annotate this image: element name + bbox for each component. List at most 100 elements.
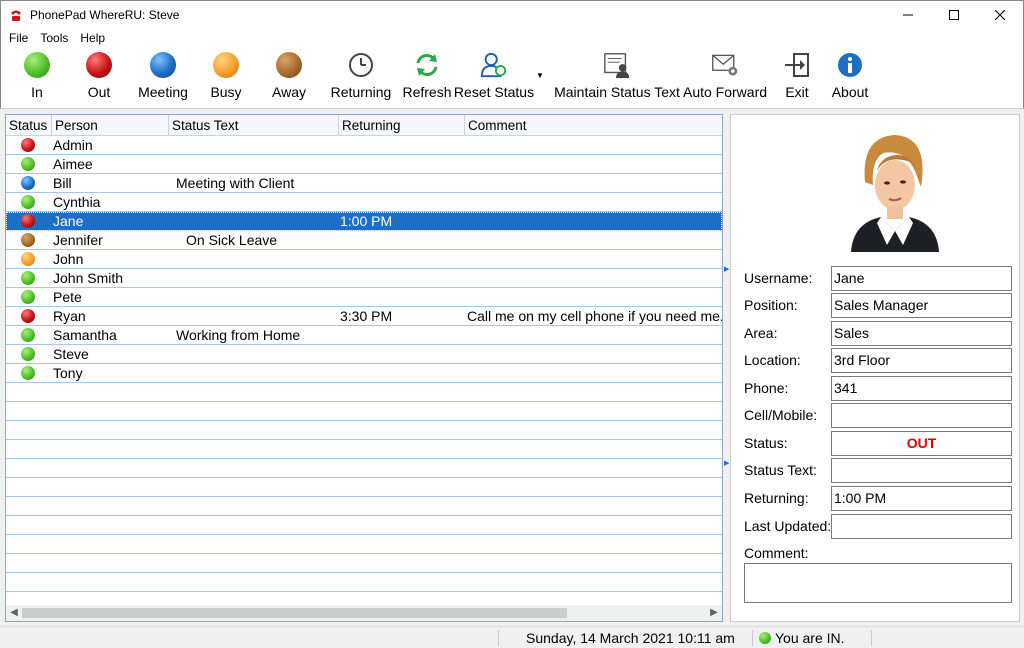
phone-label: Phone: <box>744 380 789 396</box>
status-text-cell: Working from Home <box>176 327 301 343</box>
status-dot-icon <box>21 290 35 304</box>
splitter-arrow-icon: ▶ <box>724 266 730 273</box>
column-header-person[interactable]: Person <box>52 115 169 136</box>
reset-user-icon <box>480 51 508 79</box>
column-header-returning[interactable]: Returning <box>339 115 465 136</box>
reset-status-button[interactable]: Reset Status <box>454 51 534 107</box>
status-dot-icon <box>21 233 35 247</box>
status-text-field[interactable] <box>831 458 1012 483</box>
person-cell: John <box>53 251 84 267</box>
table-row[interactable]: Cynthia <box>6 193 722 212</box>
person-cell: Tony <box>53 365 83 381</box>
table-row[interactable]: Jennifer On Sick Leave <box>6 231 722 250</box>
returning-button[interactable]: Returning <box>328 51 394 107</box>
table-row[interactable]: Aimee <box>6 155 722 174</box>
auto-forward-button[interactable]: Auto Forward <box>683 51 767 107</box>
status-text-label: Status Text: <box>744 462 817 478</box>
close-button[interactable] <box>977 1 1023 28</box>
scroll-right-icon[interactable]: ▶ <box>706 605 722 621</box>
person-details-panel: Username: Jane Position: Sales Manager A… <box>730 114 1020 622</box>
status-dot-icon <box>21 214 35 228</box>
maintain-status-text-button[interactable]: Maintain Status Text <box>554 51 680 107</box>
phone-field[interactable]: 341 <box>831 376 1012 401</box>
menu-tools[interactable]: Tools <box>34 31 74 45</box>
app-phone-icon <box>8 7 24 23</box>
table-row[interactable]: Bill Meeting with Client <box>6 174 722 193</box>
presence-status-icon <box>759 632 771 644</box>
person-cell: Jane <box>53 213 84 229</box>
reset-status-dropdown-icon[interactable]: ▼ <box>536 71 544 80</box>
menu-help[interactable]: Help <box>74 31 111 45</box>
status-text-cell: Meeting with Client <box>176 175 295 191</box>
table-row[interactable]: Jane 1:00 PM <box>6 212 722 231</box>
table-row[interactable]: Steve <box>6 345 722 364</box>
username-label: Username: <box>744 270 813 286</box>
empty-row <box>6 573 722 592</box>
table-row[interactable]: John Smith <box>6 269 722 288</box>
table-row[interactable]: Pete <box>6 288 722 307</box>
horizontal-scrollbar[interactable]: ◀ ▶ <box>6 605 722 621</box>
staff-list[interactable]: Status Person Status Text Returning Comm… <box>5 114 723 622</box>
cell-mobile-field[interactable] <box>831 403 1012 428</box>
empty-row <box>6 535 722 554</box>
refresh-button[interactable]: Refresh <box>401 51 453 107</box>
scroll-left-icon[interactable]: ◀ <box>6 605 22 621</box>
maximize-button[interactable] <box>931 1 977 28</box>
empty-row <box>6 383 722 402</box>
table-row[interactable]: Samantha Working from Home <box>6 326 722 345</box>
empty-row <box>6 516 722 535</box>
minimize-button[interactable] <box>885 1 931 28</box>
person-photo <box>843 127 943 252</box>
person-cell: Ryan <box>53 308 86 324</box>
status-bar-divider <box>752 630 753 646</box>
status-field[interactable]: OUT <box>831 431 1012 456</box>
position-field[interactable]: Sales Manager <box>831 293 1012 318</box>
person-cell: John Smith <box>53 270 124 286</box>
returning-field[interactable]: 1:00 PM <box>831 486 1012 511</box>
returning-label: Returning: <box>744 490 809 506</box>
green-status-icon <box>23 51 51 79</box>
empty-row <box>6 402 722 421</box>
exit-door-icon <box>783 51 811 79</box>
table-row[interactable]: Ryan 3:30 PM Call me on my cell phone if y… <box>6 307 722 326</box>
red-status-icon <box>85 51 113 79</box>
toolbar: In Out Meeting Busy Away Returning Refre… <box>0 47 1024 109</box>
orange-status-icon <box>212 51 240 79</box>
about-button[interactable]: About <box>830 51 870 107</box>
location-field[interactable]: 3rd Floor <box>831 348 1012 373</box>
comment-field[interactable] <box>744 563 1012 603</box>
window-title: PhonePad WhereRU: Steve <box>30 7 180 22</box>
presence-text: You are IN. <box>775 630 845 646</box>
column-header-status-text[interactable]: Status Text <box>169 115 339 136</box>
empty-row <box>6 554 722 573</box>
away-button[interactable]: Away <box>269 51 309 107</box>
table-row[interactable]: Admin <box>6 136 722 155</box>
status-dot-icon <box>21 271 35 285</box>
area-field[interactable]: Sales <box>831 321 1012 346</box>
table-row[interactable]: John <box>6 250 722 269</box>
busy-button[interactable]: Busy <box>207 51 245 107</box>
column-header-status[interactable]: Status <box>6 115 52 136</box>
status-text-user-icon <box>603 51 631 79</box>
column-header-comment[interactable]: Comment <box>465 115 722 136</box>
pane-splitter[interactable]: ▶ ▶ <box>723 114 730 622</box>
date-time-text: Sunday, 14 March 2021 10:11 am <box>526 630 735 646</box>
status-dot-icon <box>21 366 35 380</box>
info-icon <box>836 51 864 79</box>
username-field[interactable]: Jane <box>831 266 1012 291</box>
person-cell: Pete <box>53 289 82 305</box>
empty-row <box>6 478 722 497</box>
exit-button[interactable]: Exit <box>781 51 813 107</box>
last-updated-field[interactable] <box>831 514 1012 539</box>
status-dot-icon <box>21 328 35 342</box>
meeting-button[interactable]: Meeting <box>135 51 191 107</box>
empty-row <box>6 459 722 478</box>
list-header: Status Person Status Text Returning Comm… <box>6 115 722 136</box>
out-button[interactable]: Out <box>81 51 117 107</box>
menu-file[interactable]: File <box>3 31 34 45</box>
empty-row <box>6 421 722 440</box>
in-button[interactable]: In <box>19 51 55 107</box>
table-row[interactable]: Tony <box>6 364 722 383</box>
empty-row <box>6 592 722 606</box>
scrollbar-thumb[interactable] <box>22 608 567 618</box>
